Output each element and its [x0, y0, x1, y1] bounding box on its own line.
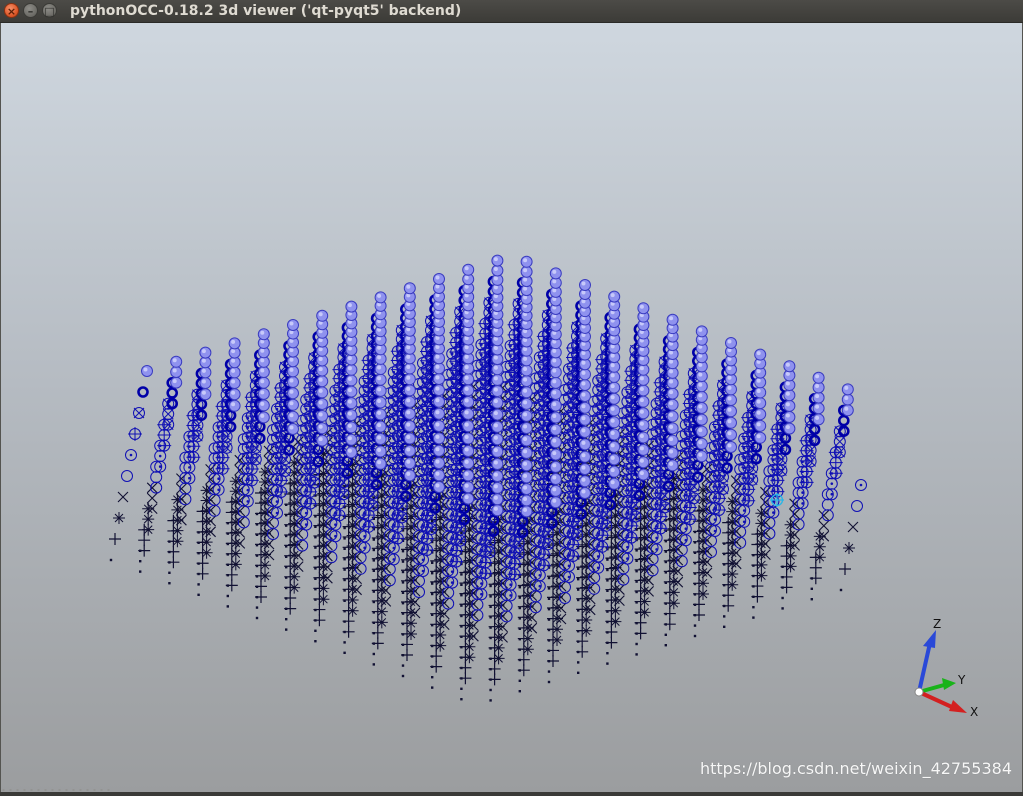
triedron-origin-icon [914, 687, 924, 697]
3d-viewport[interactable]: Z Y X https://blog.csdn.net/weixin_42755… [0, 23, 1023, 792]
window-bottom-border [0, 792, 1023, 796]
close-window-button[interactable]: × [4, 3, 19, 18]
point-cloud-scene[interactable]: Z Y X [1, 23, 1022, 792]
minimize-window-button[interactable]: – [23, 3, 38, 18]
window-title: pythonOCC-0.18.2 3d viewer ('qt-pyqt5' b… [70, 3, 462, 19]
y-axis-label: Y [957, 673, 966, 687]
x-axis-label: X [970, 705, 978, 719]
y-axis-arrow-icon [942, 678, 956, 690]
title-bar: × – □ pythonOCC-0.18.2 3d viewer ('qt-py… [0, 0, 1023, 23]
maximize-window-button[interactable]: □ [42, 3, 57, 18]
z-axis-arrow-icon [923, 630, 936, 648]
x-axis-arrow-icon [949, 700, 967, 713]
axis-triedron: Z Y X [914, 617, 978, 719]
z-axis-line [917, 642, 932, 693]
watermark-text: https://blog.csdn.net/weixin_42755384 [699, 759, 1012, 778]
point-cloud [109, 254, 867, 702]
z-axis-label: Z [933, 617, 941, 631]
point-layer-ball [141, 254, 854, 518]
x-axis-line [918, 690, 955, 710]
